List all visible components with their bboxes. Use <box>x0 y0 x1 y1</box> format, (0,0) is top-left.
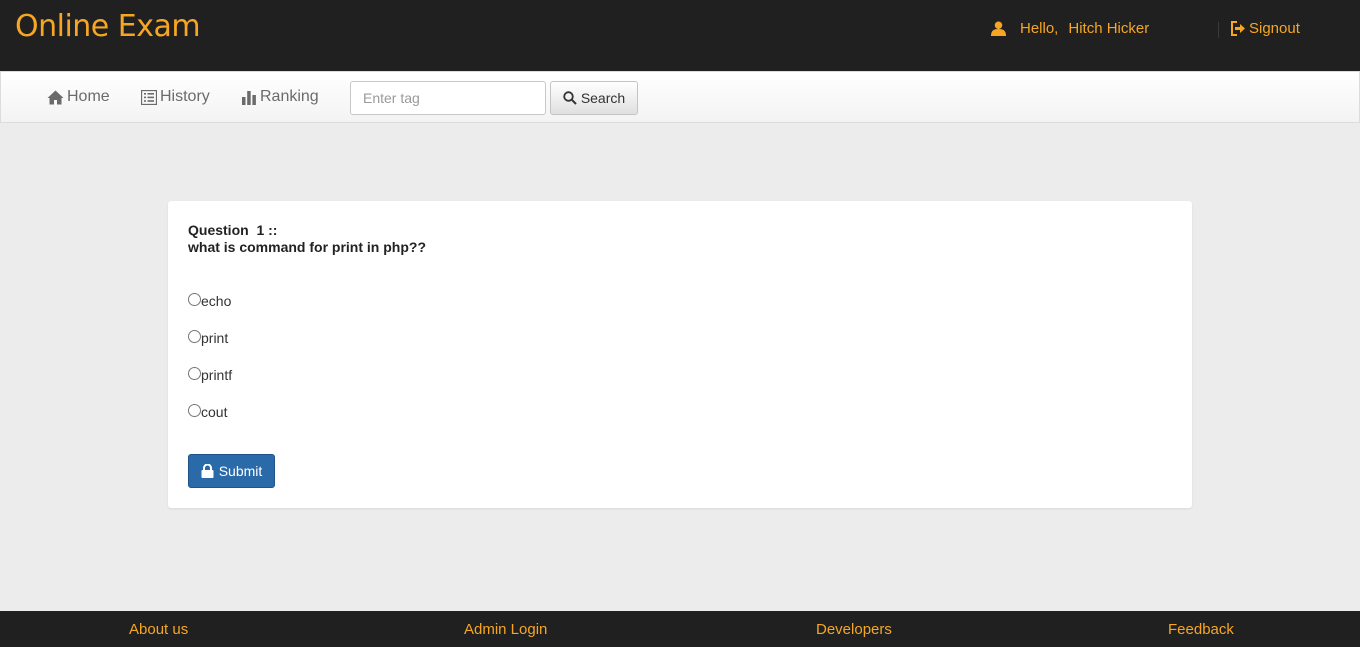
signout-link[interactable]: Signout <box>1230 20 1300 37</box>
option-label: echo <box>201 293 232 309</box>
main-navbar: Home History Ranking Search <box>0 71 1360 123</box>
home-icon <box>47 90 64 104</box>
log-out-icon <box>1231 21 1245 36</box>
radio-button[interactable] <box>188 293 201 306</box>
submit-label: Submit <box>218 463 263 479</box>
question-number: Question 1 :: <box>188 222 278 238</box>
nav-history-label: History <box>160 88 210 105</box>
radio-button[interactable] <box>188 330 201 343</box>
bar-chart-icon <box>242 90 256 105</box>
user-icon <box>991 21 1006 36</box>
option-cout[interactable]: cout <box>188 404 227 420</box>
radio-button[interactable] <box>188 367 201 380</box>
search-button[interactable]: Search <box>550 81 638 115</box>
nav-ranking[interactable]: Ranking <box>241 88 319 106</box>
signout-label: Signout <box>1249 20 1300 37</box>
option-label: print <box>201 330 229 346</box>
nav-home[interactable]: Home <box>47 88 110 106</box>
lock-icon <box>201 464 214 478</box>
option-echo[interactable]: echo <box>188 293 231 309</box>
option-printf[interactable]: printf <box>188 367 232 383</box>
user-greeting: Hello, Hitch Hicker <box>991 20 1149 37</box>
search-icon <box>563 91 577 105</box>
option-label: printf <box>201 367 233 383</box>
nav-home-label: Home <box>67 88 110 105</box>
question-text: what is command for print in php?? <box>188 239 426 255</box>
footer-feedback[interactable]: Feedback <box>1168 621 1234 638</box>
nav-ranking-label: Ranking <box>260 88 319 105</box>
footer-developers[interactable]: Developers <box>816 621 892 638</box>
username: Hitch Hicker <box>1068 20 1150 37</box>
nav-history[interactable]: History <box>141 88 210 106</box>
radio-button[interactable] <box>188 404 201 417</box>
question-card: Question 1 :: what is command for print … <box>168 201 1192 508</box>
tag-search-input[interactable] <box>350 81 546 115</box>
top-header: Online Exam Hello, Hitch Hicker Signout <box>0 0 1360 71</box>
greeting-text: Hello, <box>1020 20 1059 37</box>
footer-about-us[interactable]: About us <box>129 621 188 638</box>
brand-logo: Online Exam <box>15 9 201 44</box>
submit-button[interactable]: Submit <box>188 454 275 488</box>
list-icon <box>141 89 157 105</box>
search-button-label: Search <box>580 90 626 106</box>
header-divider <box>1218 22 1219 38</box>
footer: About us Admin Login Developers Feedback <box>0 611 1360 647</box>
option-label: cout <box>201 404 228 420</box>
option-print[interactable]: print <box>188 330 228 346</box>
footer-admin-login[interactable]: Admin Login <box>464 621 547 638</box>
